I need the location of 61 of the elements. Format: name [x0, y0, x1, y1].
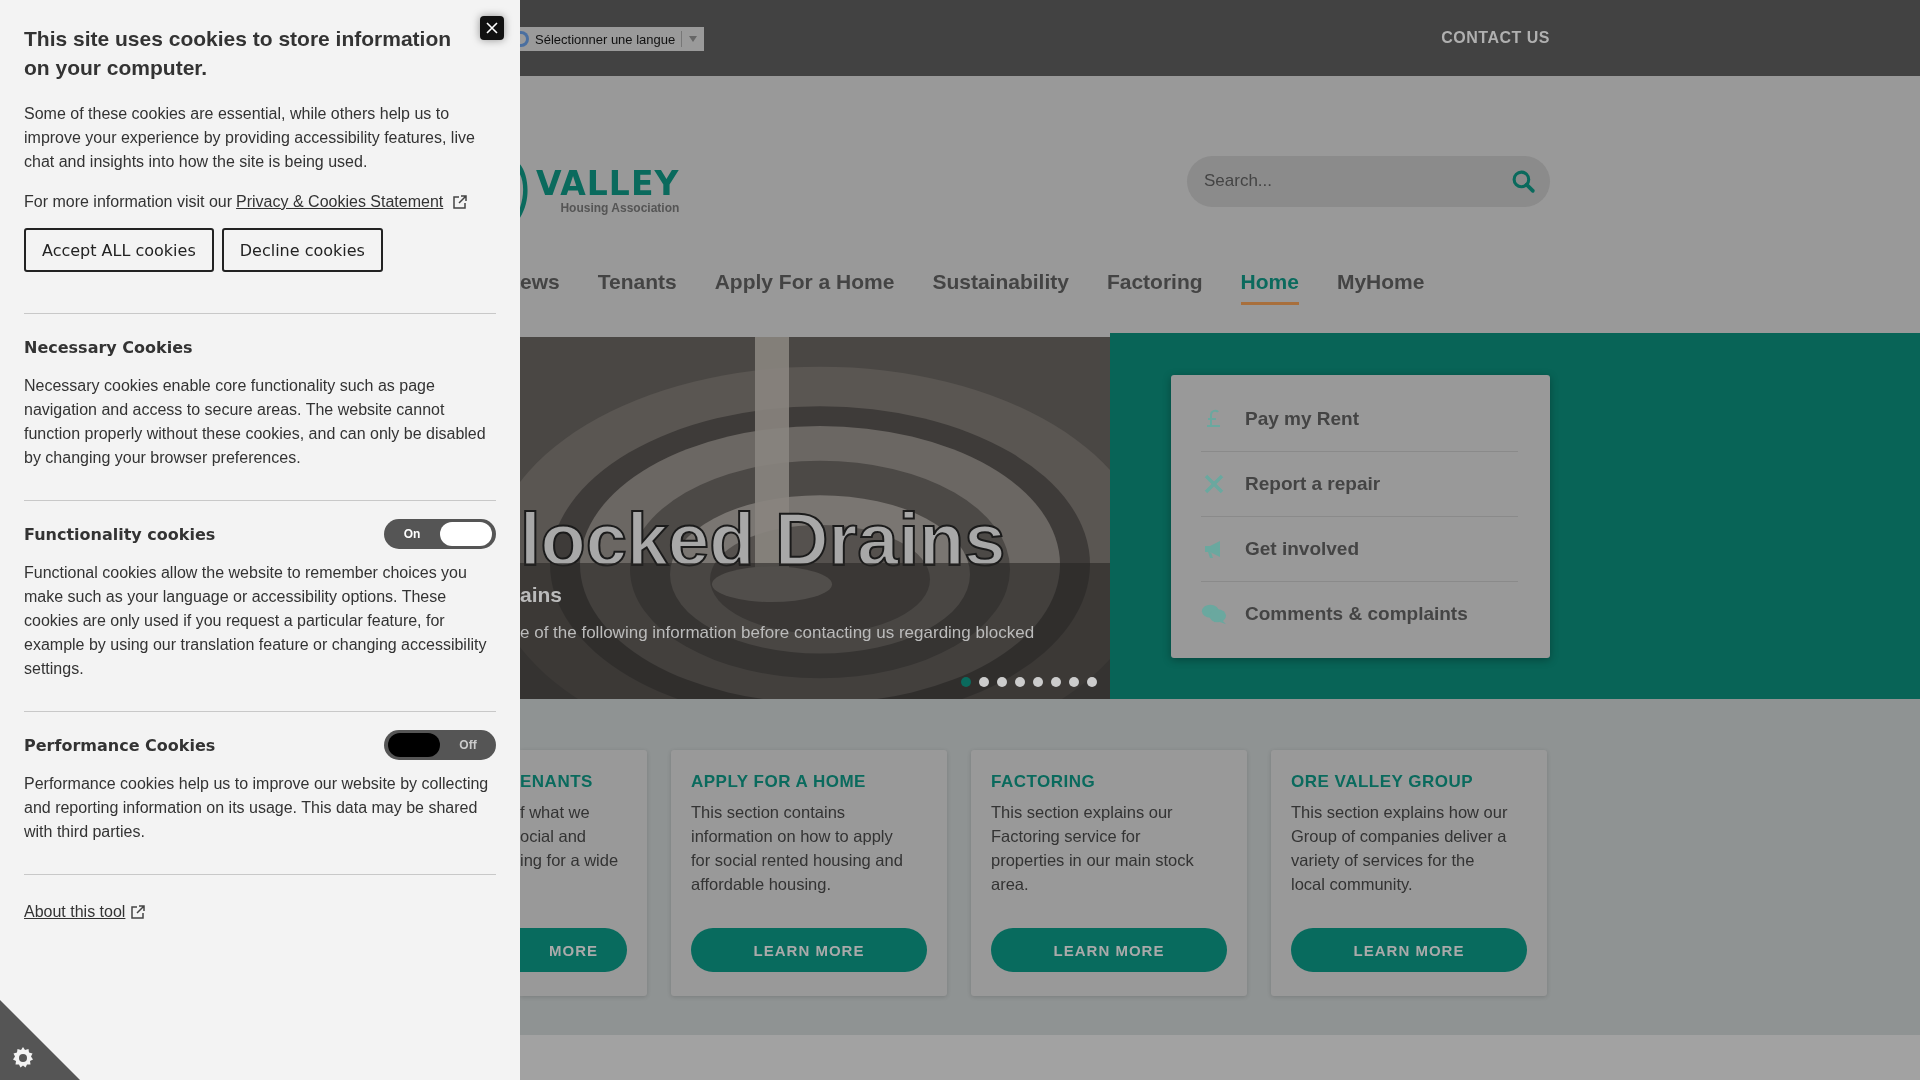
quick-link[interactable]: Get involved — [1201, 517, 1518, 582]
card-title: FACTORING — [991, 772, 1097, 792]
nav-item[interactable]: ews — [520, 262, 560, 305]
decline-button[interactable]: Decline cookies — [221, 228, 383, 272]
card-text: f what we ocial and ing for a wide — [520, 802, 620, 871]
nav-item[interactable]: Home — [1240, 262, 1299, 305]
quick-link[interactable]: Comments & complaints — [1201, 582, 1518, 646]
slide-dot[interactable] — [1069, 677, 1079, 687]
external-link-icon — [452, 194, 469, 210]
slide-subtitle: ains — [520, 583, 563, 607]
search-icon — [1511, 168, 1536, 194]
quick-link[interactable]: Pay my Rent — [1201, 387, 1518, 452]
card-text: This section explains how our Group of companies deliver a variety of services for the local community. — [1291, 802, 1509, 895]
slide-dot[interactable] — [1051, 677, 1061, 687]
card-text: This section explains our Factoring service for properties in our main stock area. — [991, 802, 1195, 895]
close-button[interactable] — [480, 16, 504, 40]
accept-button[interactable]: Accept ALL cookies — [24, 228, 214, 272]
toggle-switch[interactable]: Off — [384, 730, 496, 760]
learn-more-button[interactable]: LEARN MORE — [991, 928, 1227, 972]
nav-item[interactable]: Factoring — [1106, 262, 1203, 305]
slide-dot[interactable] — [1015, 677, 1025, 687]
slide-dot[interactable] — [961, 677, 971, 687]
nav-item[interactable]: MyHome — [1336, 262, 1425, 305]
card-title: ORE VALLEY GROUP — [1291, 772, 1475, 792]
nav-item[interactable]: Sustainability — [932, 262, 1069, 305]
nav-item[interactable]: Tenants — [597, 262, 677, 305]
cookie-intro: Some of these cookies are essential, while others help us to improve your experience by providing accessibility features, live chat and insights into how the site is being used. — [24, 104, 476, 172]
slide-dot[interactable] — [1033, 677, 1043, 687]
card-title: ENANTS — [520, 772, 594, 792]
contact-link[interactable]: CONTACT US — [1441, 29, 1550, 47]
learn-more-button[interactable]: MORE — [520, 928, 627, 972]
logo[interactable]: VALLEY Housing Association — [520, 151, 680, 231]
chat-icon — [1201, 602, 1227, 626]
language-select[interactable]: Sélectionner une langue — [520, 27, 705, 51]
slide-dot[interactable] — [1087, 677, 1097, 687]
nav-item[interactable]: Apply For a Home — [714, 262, 895, 305]
section-description: Performance cookies help us to improve our website by collecting and reporting information on its usage. This data may be shared with third parties. — [24, 774, 490, 842]
section-title: Necessary Cookies — [24, 337, 193, 357]
more-info-text: For more information visit our — [24, 193, 233, 211]
section-title: Performance Cookies — [24, 735, 216, 755]
toggle-switch[interactable]: On — [384, 519, 496, 549]
external-link-icon — [130, 904, 147, 920]
slide-title: locked Drains — [520, 497, 1006, 582]
learn-more-button[interactable]: LEARN MORE — [691, 928, 927, 972]
search-field[interactable]: Search... — [1187, 155, 1550, 207]
section-description: Functional cookies allow the website to remember choices you make such as your language or accessibility options. These cookies are only used if you request a particular feature, for example by using our translation feature or changing accessibility settings. — [24, 563, 488, 679]
learn-more-button[interactable]: LEARN MORE — [1291, 928, 1527, 972]
about-link[interactable]: About this tool — [24, 903, 126, 921]
quick-link[interactable]: Report a repair — [1201, 452, 1518, 517]
section-description: Necessary cookies enable core functionality such as page navigation and access to secure areas. The website cannot function properly without these cookies, and can only be disabled by changing your browser preferences. — [24, 376, 487, 468]
slide-text: e of the following information before contacting us regarding blocked — [520, 623, 1035, 643]
slide-dot[interactable] — [997, 677, 1007, 687]
card-text: This section contains information on how to apply for social rented housing and affordable housing. — [691, 802, 904, 895]
privacy-link[interactable]: Privacy & Cookies Statement — [236, 193, 444, 211]
slide-dot[interactable] — [979, 677, 989, 687]
cookie-title: This site uses cookies to store information on your computer. — [24, 26, 453, 81]
caret-icon — [688, 35, 699, 43]
card-title: APPLY FOR A HOME — [691, 772, 867, 792]
settings-icon — [11, 1046, 35, 1070]
section-title: Functionality cookies — [24, 524, 216, 544]
close-icon — [484, 20, 500, 36]
